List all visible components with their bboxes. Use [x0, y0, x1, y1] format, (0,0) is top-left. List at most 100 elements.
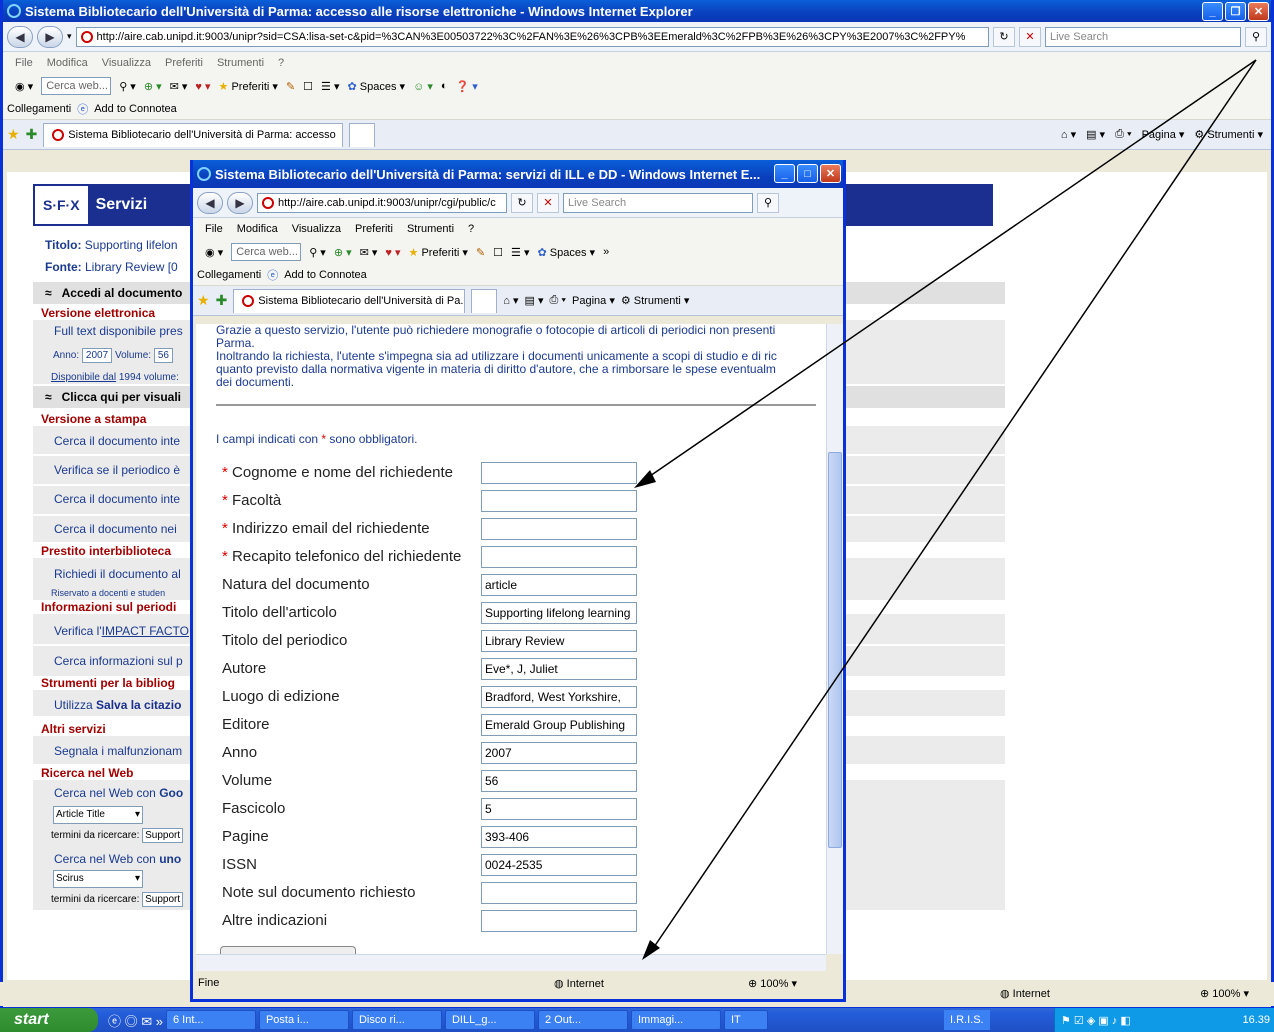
taskbar-item[interactable]: 2 Out...	[537, 1010, 628, 1030]
preferiti-button[interactable]: ★ Preferiti ▾	[409, 246, 468, 259]
add-favorites-icon[interactable]: ✚	[216, 292, 228, 309]
spaces-button[interactable]: ✿ Spaces ▾	[538, 246, 596, 259]
menu-modifica[interactable]: Modifica	[237, 223, 278, 235]
mail-icon[interactable]: ✉ ▾	[170, 80, 188, 93]
search-icon[interactable]: ⚲ ▾	[119, 80, 136, 93]
field-input[interactable]: 2007	[481, 742, 637, 764]
restore-button[interactable]: ❐	[1225, 2, 1246, 21]
inner-vertical-scrollbar[interactable]	[826, 324, 843, 954]
minimize-button[interactable]: _	[1202, 2, 1223, 21]
field-input[interactable]: Emerald Group Publishing	[481, 714, 637, 736]
menu-visualizza[interactable]: Visualizza	[102, 57, 151, 69]
toolbar-app-icon[interactable]: ◉ ▾	[15, 80, 33, 93]
taskbar-item[interactable]: DILL_g...	[444, 1010, 535, 1030]
menu-preferiti[interactable]: Preferiti	[165, 57, 203, 69]
inner-tab-active[interactable]: Sistema Bibliotecario dell'Università di…	[233, 288, 466, 313]
pagina-menu[interactable]: Pagina ▾	[1142, 128, 1185, 141]
maximize-button[interactable]: □	[797, 164, 818, 183]
field-input[interactable]	[481, 546, 637, 568]
impact-factor-link[interactable]: IMPACT FACTO	[102, 624, 189, 638]
search-icon[interactable]: ⚲	[1245, 26, 1267, 47]
anno-input[interactable]: 2007	[81, 348, 113, 363]
minimize-button[interactable]: _	[774, 164, 795, 183]
engine-select[interactable]: Scirus ▾	[53, 870, 143, 888]
strumenti-menu[interactable]: ⚙ Strumenti ▾	[621, 294, 690, 307]
spaces-button[interactable]: ✿ Spaces ▾	[348, 80, 406, 93]
print-icon[interactable]: ⎙ ▾	[1115, 128, 1131, 141]
taskbar-item[interactable]: Posta i...	[258, 1010, 349, 1030]
outer-tab-active[interactable]: Sistema Bibliotecario dell'Università di…	[43, 122, 344, 147]
verifica-link[interactable]: Verifica se il periodico è	[54, 463, 180, 477]
volume-input[interactable]: 56	[153, 348, 173, 363]
inner-address-bar[interactable]: http://aire.cab.unipd.it:9003/unipr/cgi/…	[257, 192, 507, 213]
field-input[interactable]: Library Review	[481, 630, 637, 652]
richiedi-link[interactable]: Richiedi il documento al	[54, 567, 181, 581]
new-tab-button[interactable]	[349, 122, 376, 147]
quick-launch-icons[interactable]: ⓔ ◎ ✉ »	[108, 1011, 163, 1030]
disponibile-link[interactable]: Disponibile dal	[51, 372, 116, 383]
cerca1-link[interactable]: Cerca il documento inte	[54, 434, 180, 448]
people-icon[interactable]: ☺ ▾	[413, 80, 433, 93]
favorites-star-icon[interactable]: ★	[7, 126, 20, 143]
add-to-connotea-link[interactable]: Add to Connotea	[94, 103, 177, 115]
zoom-level[interactable]: ⊕ 100% ▾	[1200, 987, 1249, 1000]
tray-icons[interactable]: ⚑ ☑ ◈ ▣ ♪ ◧	[1055, 1014, 1131, 1027]
field-input[interactable]: 0024-2535	[481, 854, 637, 876]
field-input[interactable]: Supporting lifelong learning	[481, 602, 637, 624]
menu-preferiti[interactable]: Preferiti	[355, 223, 393, 235]
home-icon[interactable]: ⌂ ▾	[1061, 128, 1076, 141]
help-icon[interactable]: ❓ ▾	[456, 80, 478, 93]
termini-input[interactable]: Support	[142, 892, 184, 907]
pencil-icon[interactable]: ✎	[476, 246, 485, 259]
add-to-connotea-link[interactable]: Add to Connotea	[284, 269, 367, 281]
cerca-info-link[interactable]: Cerca informazioni sul p	[54, 654, 183, 668]
heart-icon[interactable]: ♥ ▾	[195, 80, 210, 93]
menu-visualizza[interactable]: Visualizza	[292, 223, 341, 235]
field-input[interactable]	[481, 518, 637, 540]
add-favorites-icon[interactable]: ✚	[26, 126, 38, 143]
field-input[interactable]	[481, 490, 637, 512]
inner-horizontal-scrollbar[interactable]	[196, 954, 826, 971]
menu-strumenti[interactable]: Strumenti	[217, 57, 264, 69]
field-input[interactable]	[481, 910, 637, 932]
forward-button[interactable]: ▶	[37, 25, 63, 48]
home-icon[interactable]: ⌂ ▾	[503, 294, 518, 307]
add-icon[interactable]: ⊕ ▾	[334, 246, 352, 259]
cerca3-link[interactable]: Cerca il documento nei	[54, 522, 177, 536]
pagina-menu[interactable]: Pagina ▾	[572, 294, 615, 307]
field-input[interactable]: Eve*, J, Juliet	[481, 658, 637, 680]
list-icon[interactable]: ☰ ▾	[511, 246, 529, 259]
menu-strumenti[interactable]: Strumenti	[407, 223, 454, 235]
menu-modifica[interactable]: Modifica	[47, 57, 88, 69]
start-button[interactable]: start	[0, 1008, 98, 1032]
inner-web-search-input[interactable]: Cerca web...	[231, 243, 302, 261]
add-icon[interactable]: ⊕ ▾	[144, 80, 162, 93]
feeds-icon[interactable]: ▤ ▾	[1086, 128, 1105, 141]
field-input[interactable]: Bradford, West Yorkshire,	[481, 686, 637, 708]
edit-icon[interactable]: ☐	[493, 246, 503, 259]
taskbar-item[interactable]: IT	[723, 1010, 768, 1030]
menu-help[interactable]: ?	[468, 223, 474, 235]
refresh-button[interactable]: ↻	[993, 26, 1015, 47]
globe-icon[interactable]: ◐	[441, 80, 448, 92]
toolbar-app-icon[interactable]: ◉ ▾	[205, 246, 223, 259]
stop-button[interactable]: ✕	[1019, 26, 1041, 47]
preferiti-button[interactable]: ★ Preferiti ▾	[219, 80, 278, 93]
search-icon[interactable]: ⚲ ▾	[309, 246, 326, 259]
taskbar-item[interactable]: Immagi...	[630, 1010, 721, 1030]
scroll-thumb[interactable]	[828, 452, 842, 848]
new-tab-button[interactable]	[471, 288, 498, 313]
field-input[interactable]: 5	[481, 798, 637, 820]
iris-button[interactable]: I.R.I.S.	[944, 1010, 990, 1030]
overflow-chevron-icon[interactable]: »	[603, 246, 609, 258]
refresh-button[interactable]: ↻	[511, 192, 533, 213]
taskbar-item[interactable]: Disco ri...	[351, 1010, 442, 1030]
full-text-link[interactable]: Full text disponibile pres	[54, 324, 183, 338]
inner-live-search-input[interactable]: Live Search	[563, 192, 753, 213]
close-button[interactable]: ✕	[1248, 2, 1269, 21]
history-dropdown-icon[interactable]: ▾	[67, 31, 72, 42]
back-button[interactable]: ◀	[197, 191, 223, 214]
taskbar-item[interactable]: 6 Int...	[165, 1010, 256, 1030]
cerca2-link[interactable]: Cerca il documento inte	[54, 492, 180, 506]
edit-icon[interactable]: ☐	[303, 80, 313, 93]
